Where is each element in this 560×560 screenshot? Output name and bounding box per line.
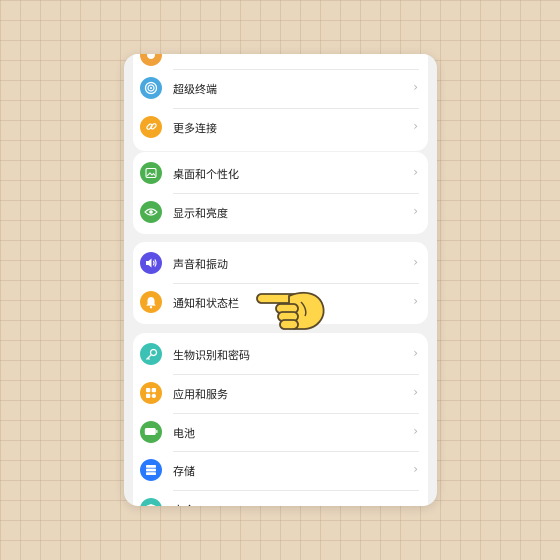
link-icon <box>140 115 162 138</box>
security-icon <box>140 497 162 506</box>
wallpaper-icon <box>140 162 162 184</box>
settings-item-label: 超级终端 <box>173 83 217 96</box>
settings-item-label: 安全 <box>173 502 195 507</box>
settings-item-desktop-personalization[interactable]: 桌面和个性化 › <box>133 152 428 193</box>
settings-item-display-brightness[interactable]: 显示和亮度 › <box>133 193 428 234</box>
settings-group-system: 生物识别和密码 › 应用和服务 › 电池 › 存储 › <box>133 333 428 506</box>
settings-item-sound-vibration[interactable]: 声音和振动 › <box>133 242 428 283</box>
settings-item-battery[interactable]: 电池 › <box>133 412 428 452</box>
divider <box>173 489 419 491</box>
settings-item-security[interactable]: 安全 › <box>133 489 428 507</box>
chevron-right-icon: › <box>413 385 418 399</box>
settings-group-display: 桌面和个性化 › 显示和亮度 › <box>133 152 428 234</box>
divider <box>173 69 419 70</box>
settings-item-label: 应用和服务 <box>173 388 228 401</box>
divider <box>173 451 419 452</box>
settings-item-apps-services[interactable]: 应用和服务 › <box>133 374 428 413</box>
chevron-right-icon: › <box>413 80 418 94</box>
battery-icon <box>140 420 162 443</box>
divider <box>173 283 419 284</box>
pointing-hand-icon <box>256 291 325 330</box>
chevron-right-icon: › <box>413 501 418 507</box>
chevron-right-icon: › <box>413 423 418 438</box>
chevron-right-icon: › <box>413 346 418 360</box>
divider <box>173 193 419 194</box>
eye-icon <box>140 201 162 223</box>
settings-screen: 超级终端 › 更多连接 › 桌面和个性化 › 显示和亮度 › 声音和振动 › 通… <box>124 54 437 506</box>
chevron-right-icon: › <box>413 118 418 133</box>
key-icon <box>140 343 162 365</box>
bell-icon <box>140 291 162 313</box>
settings-item-label: 桌面和个性化 <box>173 168 239 181</box>
settings-item-storage[interactable]: 存储 › <box>133 451 428 490</box>
top-partial-icon <box>140 54 162 66</box>
settings-item-label: 存储 <box>173 465 195 478</box>
divider <box>173 412 419 414</box>
super-device-icon <box>140 77 162 99</box>
settings-item-label: 显示和亮度 <box>173 207 228 220</box>
settings-group-connectivity: 超级终端 › 更多连接 › <box>133 54 428 151</box>
apps-grid-icon <box>140 382 162 404</box>
settings-item-biometrics-password[interactable]: 生物识别和密码 › <box>133 333 428 374</box>
settings-item-partial-top[interactable] <box>133 54 428 69</box>
storage-icon <box>140 459 162 481</box>
settings-item-more-connections[interactable]: 更多连接 › <box>133 107 428 147</box>
divider <box>173 374 419 375</box>
divider <box>173 107 419 109</box>
settings-item-super-device[interactable]: 超级终端 › <box>133 69 428 108</box>
chevron-right-icon: › <box>413 204 418 218</box>
chevron-right-icon: › <box>413 294 418 308</box>
chevron-right-icon: › <box>413 255 418 269</box>
settings-item-label: 声音和振动 <box>173 258 228 271</box>
settings-item-label: 通知和状态栏 <box>173 297 239 310</box>
chevron-right-icon: › <box>413 462 418 476</box>
settings-item-label: 电池 <box>173 426 195 440</box>
speaker-icon <box>140 252 162 274</box>
chevron-right-icon: › <box>413 165 418 179</box>
settings-item-label: 生物识别和密码 <box>173 349 250 362</box>
settings-item-label: 更多连接 <box>173 121 217 135</box>
